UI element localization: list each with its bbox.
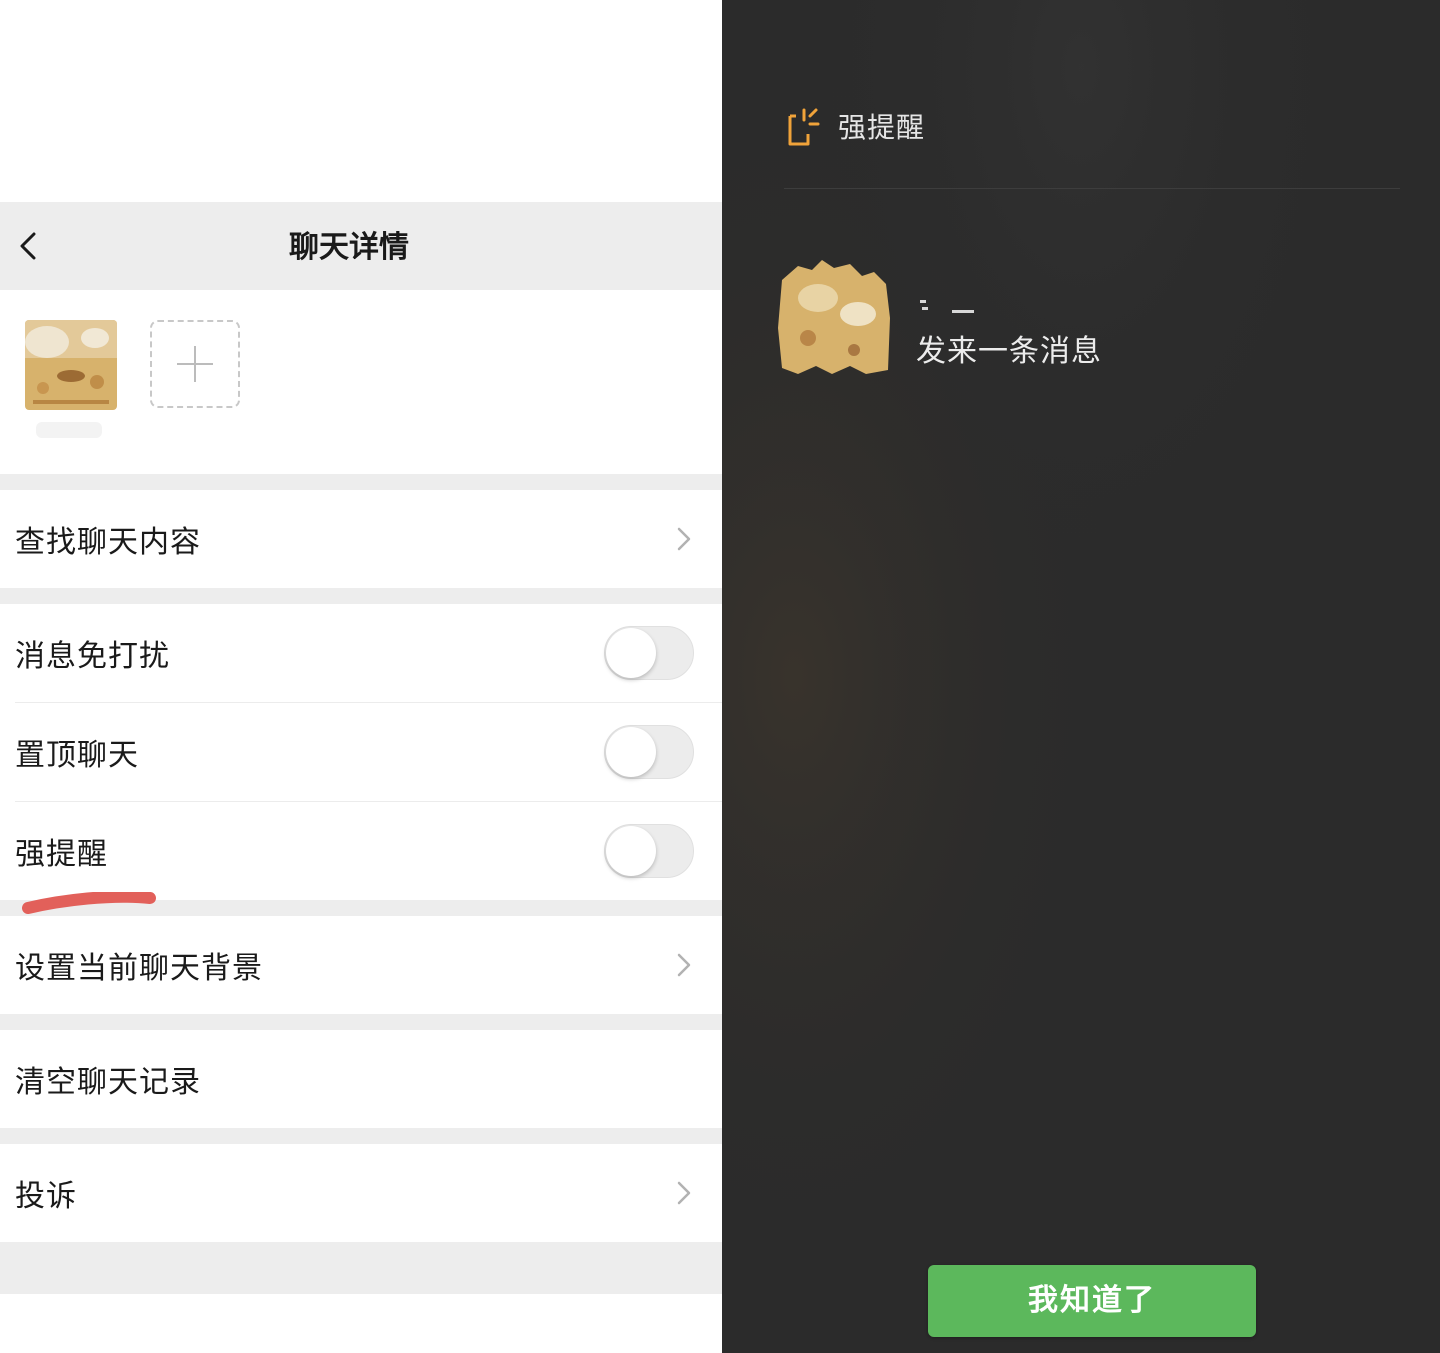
mute-row: 消息免打扰 <box>0 604 722 702</box>
section-gap <box>0 1128 722 1144</box>
page-title: 聊天详情 <box>289 230 409 265</box>
sticky-label: 置顶聊天 <box>15 738 139 773</box>
sender-name-blur <box>920 300 974 313</box>
strong-remind-row: 强提醒 <box>0 802 722 900</box>
report-label: 投诉 <box>15 1179 77 1214</box>
clear-history-row[interactable]: 清空聊天记录 <box>0 1030 722 1128</box>
toggle-knob <box>606 826 656 876</box>
add-member-button[interactable] <box>150 320 240 408</box>
member-name-blur <box>36 422 102 438</box>
navigation-bar: 聊天详情 <box>0 202 722 290</box>
search-history-row[interactable]: 查找聊天内容 <box>0 490 722 588</box>
chat-background-row[interactable]: 设置当前聊天背景 <box>0 916 722 1014</box>
report-row[interactable]: 投诉 <box>0 1144 722 1242</box>
mute-toggle[interactable] <box>604 626 694 680</box>
bottom-gap <box>0 1242 722 1294</box>
toggle-knob <box>606 727 656 777</box>
strong-remind-icon <box>788 108 820 146</box>
chevron-right-icon <box>677 1181 691 1205</box>
strong-remind-toggle[interactable] <box>604 824 694 878</box>
sticky-toggle[interactable] <box>604 725 694 779</box>
avatar[interactable] <box>25 320 117 410</box>
plus-icon <box>177 346 213 382</box>
mute-label: 消息免打扰 <box>15 639 170 674</box>
background-blur <box>722 0 1440 1353</box>
red-underline-annotation <box>22 892 156 914</box>
section-gap <box>0 474 722 490</box>
clear-history-label: 清空聊天记录 <box>15 1065 201 1100</box>
search-history-label: 查找聊天内容 <box>15 525 201 560</box>
chevron-right-icon <box>677 953 691 977</box>
toggle-knob <box>606 628 656 678</box>
section-gap <box>0 1014 722 1030</box>
sender-avatar <box>778 260 890 374</box>
chevron-right-icon <box>677 527 691 551</box>
chat-background-label: 设置当前聊天背景 <box>15 951 263 986</box>
strong-remind-label: 强提醒 <box>15 837 108 872</box>
message-text: 发来一条消息 <box>916 334 1102 369</box>
member-area <box>0 290 722 474</box>
sticky-row: 置顶聊天 <box>0 703 722 801</box>
section-gap <box>0 588 722 604</box>
strong-remind-overlay: 强提醒 发来一条消息 我知道了 <box>722 0 1440 1353</box>
remind-title: 强提醒 <box>838 111 926 144</box>
divider <box>784 188 1400 189</box>
got-it-button[interactable]: 我知道了 <box>928 1265 1256 1337</box>
chat-details-panel: 聊天详情 查找聊天内容 消息免打扰 置顶聊天 强提醒 设置当前聊天背景 清空聊天… <box>0 0 722 1353</box>
avatar-image <box>25 320 117 410</box>
